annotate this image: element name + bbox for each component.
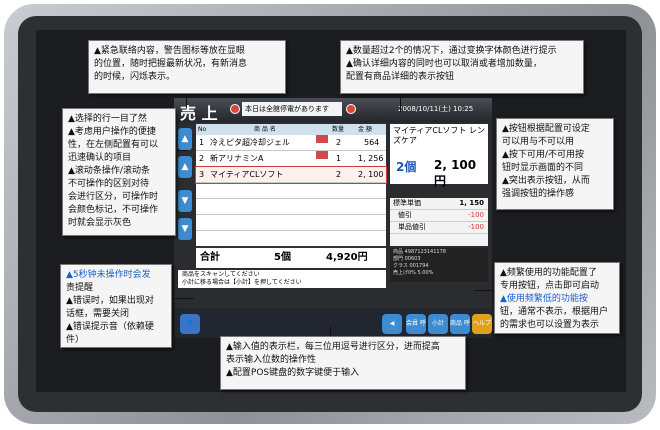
table-row: [196, 199, 386, 215]
operator-icon: 👤: [180, 314, 200, 334]
item-call-button[interactable]: 商品 呼出: [450, 314, 470, 347]
function-bar: 👤 ◀ 会員 呼出 小計 商品 呼出 ヘルプ: [174, 308, 492, 347]
price-panel: 標準単価 1, 150 値引 -100 単品値引 -100: [390, 198, 488, 246]
col-qty: 数量: [332, 126, 345, 133]
connector-line: [176, 150, 188, 151]
callout-frequent: ▲频繁使用的功能配置了 专用按钮，点击即可启动 ▲使用频繁低的功能按 钮，通常不…: [494, 262, 620, 334]
subtotal-button[interactable]: 小計: [428, 314, 448, 334]
help-button[interactable]: ヘルプ: [472, 314, 492, 334]
status-badge: [316, 135, 328, 143]
product-info: 商品 4987123141178 部門 00603 クラス 001794 売上げ…: [390, 248, 488, 282]
alert-icon[interactable]: [230, 104, 240, 114]
back-button[interactable]: ◀: [382, 314, 402, 334]
table-row-selected[interactable]: 3 マイティアCLソフト 2 2, 100: [195, 166, 387, 184]
table-row[interactable]: 1 冷えピタ超冷却ジェル 2 564: [196, 135, 386, 151]
scroll-down-button[interactable]: ▼: [178, 218, 192, 240]
detail-name: マイティアCLソフト レンズケア: [393, 126, 485, 145]
alert-icon[interactable]: [346, 104, 356, 114]
callout-input-field: ▲输入值的表示栏，每三位用逗号进行区分，进而提高 表示输入位数的操作性 ▲配置P…: [220, 336, 466, 390]
connector-line: [174, 298, 194, 299]
callout-qty-color: ▲数量超过2个的情况下，通过变换字体颜色进行提示 ▲确认详细内容的同时也可以取消…: [340, 40, 584, 94]
callout-timeout: ▲5秒钟未操作时会发 责提醒 ▲错误时，如果出现对 话框，需要关闭 ▲错误提示音…: [60, 264, 172, 348]
alert-message[interactable]: 本日は全館停電があります: [242, 102, 342, 116]
callout-buttons: ▲按钮根据配置可设定 可以用与不可以用 ▲按下可用/不可用按 钮时显示画面的不同…: [496, 118, 614, 210]
callout-selection: ▲选择的行一目了然 ▲考虑用户操作的便捷 性，在左侧配置有可以 迅速确认的项目 …: [62, 108, 176, 236]
col-amount: 金 額: [358, 126, 372, 133]
member-call-button[interactable]: 会員 呼出: [406, 314, 426, 347]
table-row: [196, 215, 386, 231]
list-header: No 商 品 名 数量 金 額: [196, 124, 386, 135]
connector-line: [186, 94, 187, 108]
scroll-up-button[interactable]: ▲: [178, 128, 192, 150]
connector-line: [400, 94, 401, 112]
item-list: No 商 品 名 数量 金 額 1 冷えピタ超冷却ジェル 2 564 2 新アリ…: [195, 124, 387, 246]
pos-header: 売 上 本日は全館停電があります 2008/10/11(土) 10:25: [174, 98, 492, 123]
item-detail-panel: マイティアCLソフト レンズケア 2個 2, 100円: [390, 124, 488, 188]
datetime: 2008/10/11(土) 10:25: [398, 105, 474, 113]
table-row: [196, 183, 386, 199]
total-bar: 合計 5個 4,920円: [196, 246, 386, 268]
detail-qty: 2個: [396, 160, 417, 174]
col-name: 商 品 名: [254, 126, 276, 133]
status-badge: [316, 151, 328, 159]
table-row[interactable]: 2 新アリナミンA 1 1, 256: [196, 151, 386, 167]
pos-screen: 売 上 本日は全館停電があります 2008/10/11(土) 10:25 ▲ ▲…: [174, 98, 492, 347]
scroll-up-button[interactable]: ▲: [178, 156, 192, 178]
callout-alert-area: ▲紧急联络内容，警告图标等放在显眼 的位置，随时把握最新状况，有新消息 的时候，…: [88, 40, 286, 94]
connector-line: [330, 326, 331, 336]
connector-line: [474, 290, 494, 291]
col-no: No: [198, 126, 207, 133]
scroll-down-button[interactable]: ▼: [178, 190, 192, 212]
detail-amount: 2, 100円: [434, 158, 477, 188]
scan-instruction: 商品をスキャンしてください 小計に移る場合は【小計】を押してください: [178, 270, 386, 288]
